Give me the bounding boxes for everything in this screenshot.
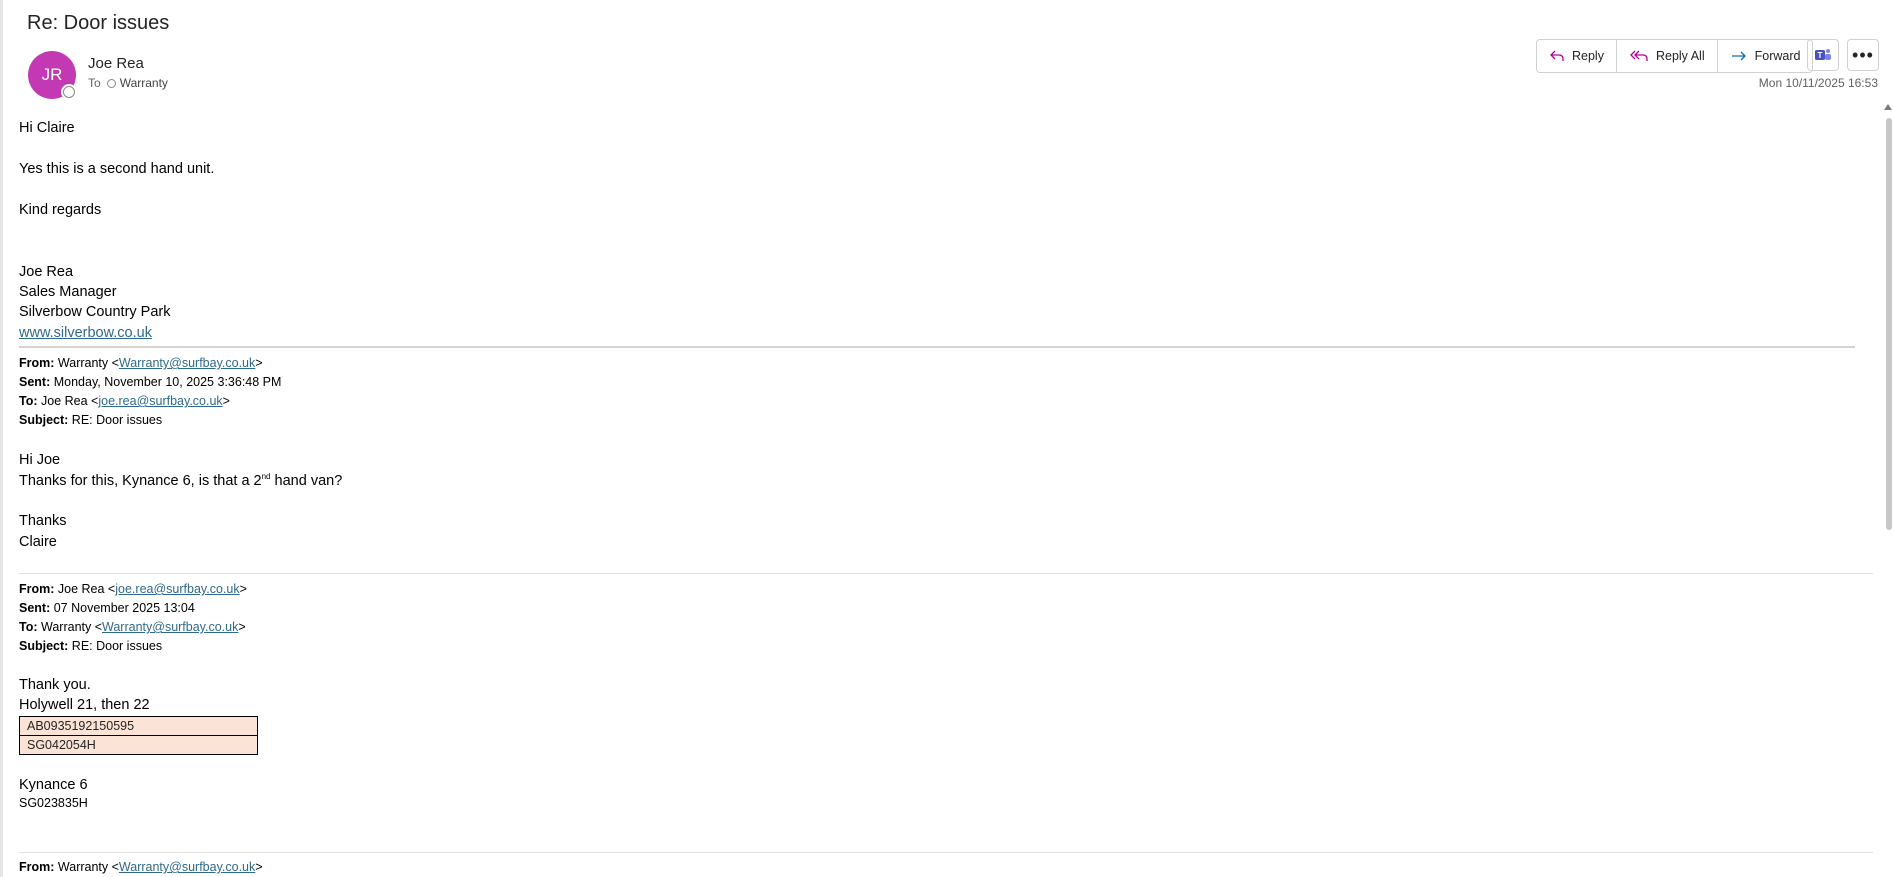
- quoted1-line: Thanks for this, Kynance 6, is that a 2n…: [19, 472, 342, 489]
- scroll-up-arrow-icon[interactable]: [1884, 104, 1892, 110]
- table-cell: SG042054H: [19, 735, 258, 755]
- to-label: To: [88, 76, 101, 90]
- bracket: >: [222, 394, 230, 408]
- from-name: Joe Rea <: [57, 582, 116, 596]
- quoted2-from: From: Joe Rea <joe.rea@surfbay.co.uk>: [19, 582, 247, 596]
- to-label: To:: [19, 394, 38, 408]
- table-cell: AB0935192150595: [19, 716, 258, 736]
- bracket: >: [238, 620, 246, 634]
- sender-name[interactable]: Joe Rea: [88, 55, 144, 72]
- scrollbar-thumb[interactable]: [1886, 118, 1892, 530]
- codes-table: AB0935192150595 SG042054H: [19, 716, 258, 755]
- reply-all-button[interactable]: Reply All: [1616, 40, 1718, 72]
- signature-website-link[interactable]: www.silverbow.co.uk: [19, 325, 152, 341]
- line-text: Thanks for this, Kynance 6, is that a 2: [19, 472, 262, 489]
- body-line: Yes this is a second hand unit.: [19, 161, 215, 177]
- signature-divider: [19, 346, 1855, 348]
- quoted1-closing: Thanks: [19, 513, 67, 529]
- quoted2-unit: Kynance 6: [19, 777, 88, 793]
- teams-icon: T: [1815, 49, 1831, 60]
- subject-label: Subject:: [19, 639, 69, 653]
- more-icon: •••: [1852, 44, 1874, 65]
- line-text-end: hand van?: [270, 472, 343, 489]
- from-label: From:: [19, 356, 55, 370]
- sent-label: Sent:: [19, 601, 51, 615]
- table-row: AB0935192150595: [19, 716, 258, 736]
- closing: Kind regards: [19, 202, 102, 218]
- quoted1-from: From: Warranty <Warranty@surfbay.co.uk>: [19, 356, 263, 370]
- email-link[interactable]: Warranty@surfbay.co.uk: [119, 356, 255, 370]
- signature-name: Joe Rea: [19, 264, 74, 280]
- forward-label: Forward: [1754, 49, 1801, 63]
- quoted1-to: To: Joe Rea <joe.rea@surfbay.co.uk>: [19, 394, 230, 408]
- quoted3-from: From: Warranty <Warranty@surfbay.co.uk>: [19, 860, 263, 874]
- reply-label: Reply: [1572, 49, 1604, 63]
- quoted2-line1: Thank you.: [19, 677, 91, 693]
- superscript: nd: [261, 472, 271, 481]
- subject-label: Subject:: [19, 413, 69, 427]
- presence-status-icon: [63, 86, 75, 98]
- subject-text: RE: Door issues: [71, 413, 163, 427]
- to-name: Warranty <: [41, 620, 103, 634]
- quoted1-subject: Subject: RE: Door issues: [19, 413, 162, 427]
- quoted2-unit-code: SG023835H: [19, 796, 88, 810]
- more-actions-button[interactable]: •••: [1847, 39, 1879, 71]
- signature-company: Silverbow Country Park: [19, 304, 171, 320]
- sent-date: 07 November 2025 13:04: [53, 601, 195, 615]
- avatar-initials: JR: [41, 65, 63, 84]
- message-timestamp: Mon 10/11/2025 16:53: [1758, 76, 1878, 90]
- reply-all-icon: [1630, 50, 1648, 61]
- from-label: From:: [19, 860, 55, 874]
- reply-icon: [1550, 50, 1564, 61]
- email-link[interactable]: Warranty@surfbay.co.uk: [119, 860, 255, 874]
- quoted1-signoff: Claire: [19, 534, 57, 550]
- from-label: From:: [19, 582, 55, 596]
- to-name: Joe Rea <: [41, 394, 99, 408]
- quote-divider: [19, 852, 1873, 853]
- bracket: >: [239, 582, 247, 596]
- quoted2-line2: Holywell 21, then 22: [19, 697, 150, 713]
- recipient-warranty[interactable]: Warranty: [106, 76, 168, 90]
- greeting: Hi Claire: [19, 120, 75, 136]
- quoted2-subject: Subject: RE: Door issues: [19, 639, 162, 653]
- svg-text:T: T: [1818, 51, 1823, 60]
- quoted2-sent: Sent: 07 November 2025 13:04: [19, 601, 195, 615]
- email-link[interactable]: joe.rea@surfbay.co.uk: [98, 394, 222, 408]
- to-label: To:: [19, 620, 38, 634]
- email-subject: Re: Door issues: [27, 12, 170, 34]
- forward-arrow-icon: [1731, 51, 1746, 61]
- reply-all-label: Reply All: [1655, 49, 1705, 63]
- recipient-name: Warranty: [119, 76, 168, 90]
- sent-date: Monday, November 10, 2025 3:36:48 PM: [53, 375, 282, 389]
- bracket: >: [255, 356, 263, 370]
- from-name: Warranty <: [57, 356, 119, 370]
- sent-label: Sent:: [19, 375, 51, 389]
- reading-pane-edge: [0, 0, 3, 877]
- quoted2-to: To: Warranty <Warranty@surfbay.co.uk>: [19, 620, 246, 634]
- quoted1-greeting: Hi Joe: [19, 452, 61, 468]
- forward-button[interactable]: Forward: [1717, 40, 1813, 72]
- teams-chat-button[interactable]: T: [1807, 39, 1839, 71]
- recipients-line: To Warranty: [88, 76, 168, 90]
- recipient-presence-icon: [106, 78, 116, 88]
- from-name: Warranty <: [57, 860, 119, 874]
- reply-button[interactable]: Reply: [1537, 40, 1617, 72]
- message-actions: Reply Reply All Forward: [1536, 39, 1814, 73]
- signature-title: Sales Manager: [19, 284, 117, 300]
- quoted1-sent: Sent: Monday, November 10, 2025 3:36:48 …: [19, 375, 281, 389]
- email-link[interactable]: Warranty@surfbay.co.uk: [102, 620, 238, 634]
- table-row: SG042054H: [19, 735, 258, 755]
- email-link[interactable]: joe.rea@surfbay.co.uk: [115, 582, 239, 596]
- subject-text: RE: Door issues: [71, 639, 163, 653]
- quote-divider: [19, 573, 1873, 574]
- bracket: >: [255, 860, 263, 874]
